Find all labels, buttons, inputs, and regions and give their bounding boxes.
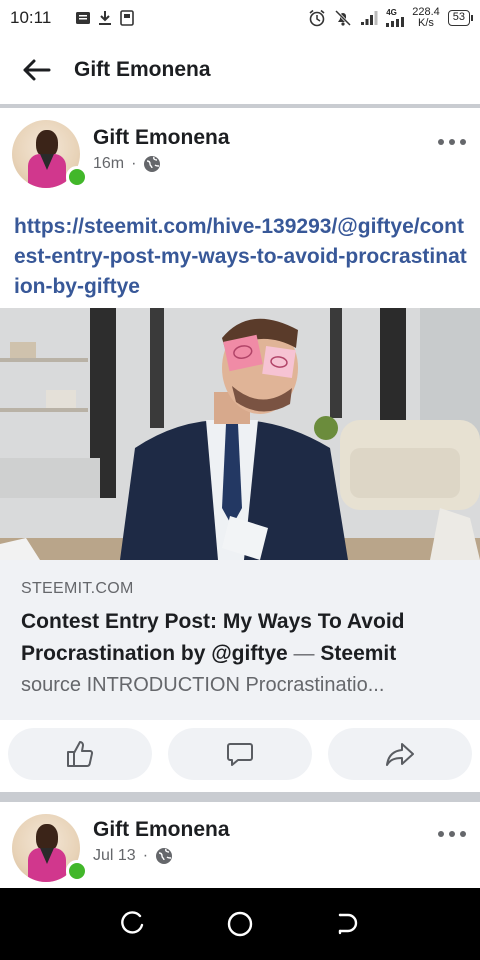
comment-icon [227, 743, 253, 766]
link-preview-image[interactable] [0, 308, 480, 560]
header-divider [0, 104, 480, 108]
post-meta: Jul 13 · [93, 847, 173, 865]
meta-separator: · [131, 155, 137, 172]
author-name[interactable]: Gift Emonena [93, 818, 230, 842]
back-icon [338, 913, 357, 935]
preview-description: source INTRODUCTION Procrastinatio... [21, 674, 385, 696]
preview-domain: STEEMIT.COM [21, 580, 134, 597]
arrow-left-icon [23, 59, 51, 81]
post-time[interactable]: Jul 13 [93, 847, 136, 865]
online-status-icon [66, 166, 88, 188]
download-icon [99, 11, 112, 25]
like-button[interactable] [8, 728, 152, 780]
meta-separator: · [142, 847, 149, 864]
back-nav-button[interactable] [327, 904, 367, 944]
signal-4g-icon: 4G [386, 8, 405, 27]
more-options-button[interactable] [438, 826, 466, 842]
page-title: Gift Emonena [74, 58, 211, 81]
preview-title-separator: — [293, 642, 315, 665]
network-type: 4G [386, 8, 397, 17]
sim-card-icon [120, 10, 135, 26]
globe-icon [156, 848, 173, 864]
globe-icon [144, 156, 161, 172]
more-horizontal-icon [438, 831, 444, 837]
back-button[interactable] [16, 50, 56, 90]
alarm-icon [309, 9, 325, 27]
preview-site-name: Steemit [320, 642, 397, 665]
share-button[interactable] [328, 728, 472, 780]
comment-button[interactable] [168, 728, 312, 780]
link-preview-card[interactable]: STEEMIT.COM Contest Entry Post: My Ways … [0, 560, 480, 720]
more-options-button[interactable] [438, 134, 466, 150]
battery-indicator: 53 [447, 10, 474, 26]
post-header-2: Gift Emonena Jul 13 · [0, 806, 480, 890]
recent-apps-icon [121, 911, 144, 934]
action-bar [0, 720, 480, 792]
feed-divider [0, 792, 480, 802]
post-link[interactable]: https://steemit.com/hive-139293/@giftye/… [14, 212, 469, 302]
online-status-icon [66, 860, 88, 882]
system-nav-bar [0, 888, 480, 960]
net-speed: 228.4 K/s [412, 7, 440, 29]
app-header: Gift Emonena [0, 36, 480, 104]
clock-time: 10:11 [10, 8, 52, 27]
more-horizontal-icon [438, 139, 444, 145]
office-photo [0, 308, 480, 560]
status-bar: 10:11 4G 228.4 K/s 53 [0, 0, 480, 36]
post-header: Gift Emonena 16m · [0, 112, 480, 196]
message-icon [76, 12, 91, 24]
home-button[interactable] [220, 904, 260, 944]
net-speed-unit: K/s [418, 17, 434, 29]
thumbs-up-icon [67, 741, 94, 767]
mute-icon [335, 9, 352, 27]
preview-title: Contest Entry Post: My Ways To Avoid Pro… [21, 606, 460, 670]
home-icon [227, 911, 253, 937]
author-name[interactable]: Gift Emonena [93, 126, 230, 150]
recent-apps-button[interactable] [113, 904, 153, 944]
share-icon [386, 743, 414, 766]
post-meta: 16m · [93, 155, 161, 173]
signal-icon [361, 11, 378, 25]
post-time[interactable]: 16m [93, 155, 124, 173]
